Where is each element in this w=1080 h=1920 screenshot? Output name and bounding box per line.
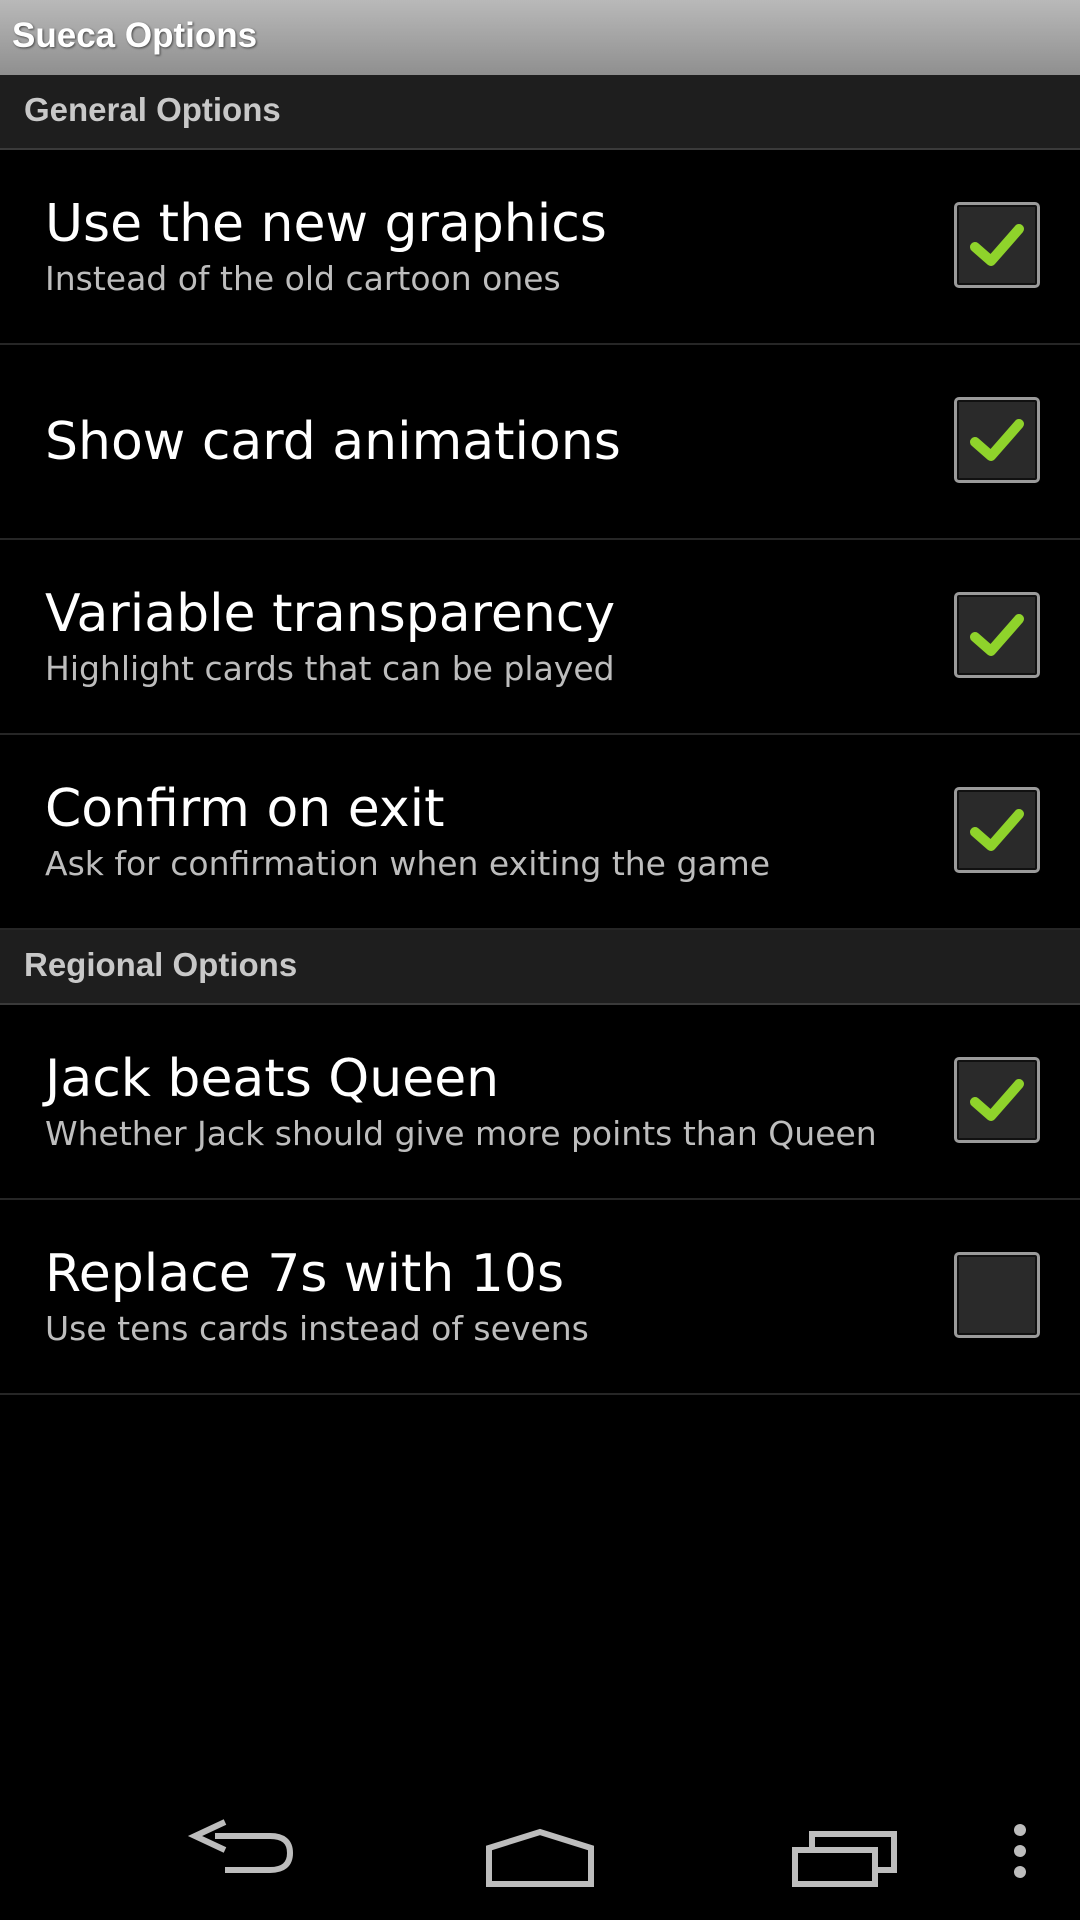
pref-summary: Use tens cards instead of sevens	[45, 1308, 589, 1348]
back-icon[interactable]	[185, 1810, 295, 1890]
pref-title: Confirm on exit	[45, 778, 445, 839]
preferences-list: General Options Use the new graphics Ins…	[0, 75, 1080, 1395]
section-title: General Options	[24, 91, 281, 128]
pref-summary: Instead of the old cartoon ones	[45, 258, 561, 298]
page-title: Sueca Options	[12, 16, 258, 55]
section-header-regional: Regional Options	[0, 930, 1080, 1005]
navigation-bar	[0, 1780, 1080, 1920]
checkmark-icon	[970, 223, 1024, 266]
pref-show-card-animations[interactable]: Show card animations	[0, 345, 1080, 540]
pref-use-new-graphics[interactable]: Use the new graphics Instead of the old …	[0, 150, 1080, 345]
pref-title: Variable transparency	[45, 583, 616, 644]
checkbox[interactable]	[954, 396, 1040, 483]
pref-confirm-on-exit[interactable]: Confirm on exit Ask for confirmation whe…	[0, 735, 1080, 930]
home-icon[interactable]	[485, 1810, 595, 1890]
pref-summary: Whether Jack should give more points tha…	[45, 1113, 877, 1153]
checkmark-icon	[970, 1078, 1024, 1121]
pref-title: Replace 7s with 10s	[45, 1243, 565, 1304]
section-title: Regional Options	[24, 946, 298, 983]
pref-variable-transparency[interactable]: Variable transparency Highlight cards th…	[0, 540, 1080, 735]
section-header-general: General Options	[0, 75, 1080, 150]
recent-apps-icon[interactable]	[790, 1810, 900, 1890]
pref-title: Show card animations	[45, 411, 621, 472]
checkmark-icon	[970, 418, 1024, 461]
pref-summary: Ask for confirmation when exiting the ga…	[45, 843, 771, 883]
pref-jack-beats-queen[interactable]: Jack beats Queen Whether Jack should giv…	[0, 1005, 1080, 1200]
checkbox[interactable]	[954, 786, 1040, 873]
pref-summary: Highlight cards that can be played	[45, 648, 615, 688]
checkbox[interactable]	[954, 201, 1040, 288]
pref-title: Jack beats Queen	[45, 1048, 500, 1109]
pref-title: Use the new graphics	[45, 193, 607, 254]
pref-replace-7s-with-10s[interactable]: Replace 7s with 10s Use tens cards inste…	[0, 1200, 1080, 1395]
checkmark-icon	[970, 613, 1024, 656]
checkbox[interactable]	[954, 1251, 1040, 1338]
checkmark-icon	[970, 808, 1024, 851]
overflow-menu-icon[interactable]	[1005, 1810, 1035, 1890]
checkbox[interactable]	[954, 591, 1040, 678]
title-bar: Sueca Options	[0, 0, 1080, 76]
checkbox[interactable]	[954, 1056, 1040, 1143]
